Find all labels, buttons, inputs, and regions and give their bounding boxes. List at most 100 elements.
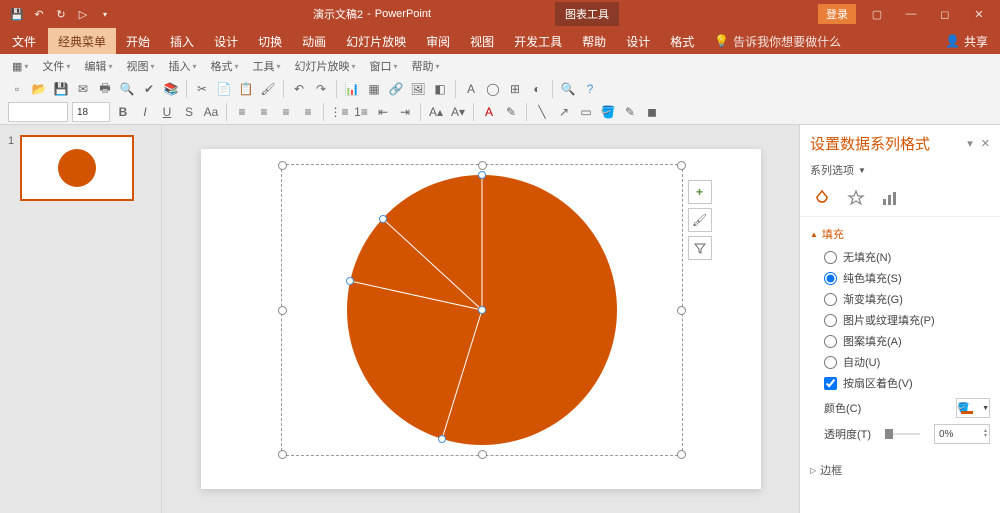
fill-none-option[interactable]: 无填充(N): [824, 249, 990, 265]
resize-handle[interactable]: [677, 161, 686, 170]
preview-icon[interactable]: 🔍: [118, 80, 136, 98]
resize-handle[interactable]: [677, 450, 686, 459]
color-picker-button[interactable]: 🪣 ▼: [956, 398, 990, 418]
menu-tool[interactable]: 工具▾: [249, 56, 285, 76]
tab-dev[interactable]: 开发工具: [504, 28, 572, 54]
strike-icon[interactable]: S: [180, 103, 198, 121]
numbering-icon[interactable]: 1≡: [352, 103, 370, 121]
italic-icon[interactable]: I: [136, 103, 154, 121]
table-icon[interactable]: ▦: [365, 80, 383, 98]
tab-slideshow[interactable]: 幻灯片放映: [336, 28, 416, 54]
arrange-icon[interactable]: ⊞: [506, 80, 524, 98]
resize-handle[interactable]: [478, 161, 487, 170]
shadow-icon[interactable]: ◼: [643, 103, 661, 121]
fill-color-icon[interactable]: 🪣: [599, 103, 617, 121]
chart-icon[interactable]: 📊: [343, 80, 361, 98]
redo-icon[interactable]: ↻: [54, 7, 68, 21]
tab-transition[interactable]: 切换: [248, 28, 292, 54]
menu-help[interactable]: 帮助▾: [408, 56, 444, 76]
fill-gradient-option[interactable]: 渐变填充(G): [824, 291, 990, 307]
share-button[interactable]: 👤 共享: [933, 33, 1000, 50]
tab-file[interactable]: 文件: [0, 28, 48, 54]
transparency-value[interactable]: 0% ▴▾: [934, 424, 990, 444]
textbox-icon[interactable]: A: [462, 80, 480, 98]
font-inc-icon[interactable]: A▴: [427, 103, 445, 121]
tab-review[interactable]: 审阅: [416, 28, 460, 54]
fill-pattern-option[interactable]: 图案填充(A): [824, 333, 990, 349]
line-icon[interactable]: ╲: [533, 103, 551, 121]
menu-edit[interactable]: 编辑▾: [80, 56, 116, 76]
font-color-icon[interactable]: A: [480, 103, 498, 121]
research-icon[interactable]: 📚: [162, 80, 180, 98]
menu-view[interactable]: 视图▾: [122, 56, 158, 76]
pie-chart[interactable]: [347, 175, 617, 445]
data-point[interactable]: [438, 435, 446, 443]
slide-canvas[interactable]: + 🖌: [162, 125, 799, 513]
minimize-icon[interactable]: —: [898, 8, 924, 20]
slider-handle[interactable]: [885, 429, 893, 439]
series-options-dropdown[interactable]: 系列选项 ▼: [800, 162, 1000, 184]
cut-icon[interactable]: ✂: [193, 80, 211, 98]
chart-center[interactable]: [478, 306, 486, 314]
resize-handle[interactable]: [278, 306, 287, 315]
ribbon-options-icon[interactable]: ▢: [864, 8, 890, 21]
tab-chart-format[interactable]: 格式: [660, 28, 704, 54]
maximize-icon[interactable]: ◻: [932, 8, 958, 21]
menu-slideshow[interactable]: 幻灯片放映▾: [291, 56, 360, 76]
menu-all[interactable]: ▦▾: [8, 58, 32, 75]
align-left-icon[interactable]: ≡: [233, 103, 251, 121]
open-icon[interactable]: 📂: [30, 80, 48, 98]
tell-me[interactable]: 💡 告诉我你想要做什么: [704, 33, 851, 50]
bullets-icon[interactable]: ⋮≡: [330, 103, 348, 121]
fill-solid-option[interactable]: 纯色填充(S): [824, 270, 990, 286]
menu-insert[interactable]: 插入▾: [164, 56, 200, 76]
series-tab[interactable]: [880, 188, 900, 208]
spell-icon[interactable]: ✔: [140, 80, 158, 98]
chart-filter-button[interactable]: [688, 236, 712, 260]
menu-window[interactable]: 窗口▾: [366, 56, 402, 76]
font-size-box[interactable]: 18: [72, 102, 110, 122]
tab-view[interactable]: 视图: [460, 28, 504, 54]
menu-file[interactable]: 文件▾: [38, 56, 74, 76]
align-right-icon[interactable]: ≡: [277, 103, 295, 121]
resize-handle[interactable]: [278, 450, 287, 459]
print-icon[interactable]: 🖶: [96, 80, 114, 98]
font-family-box[interactable]: [8, 102, 68, 122]
chart-selection[interactable]: + 🖌: [281, 164, 683, 456]
align-center-icon[interactable]: ≡: [255, 103, 273, 121]
resize-handle[interactable]: [478, 450, 487, 459]
start-icon[interactable]: ▷: [76, 7, 90, 21]
help-icon[interactable]: ?: [581, 80, 599, 98]
tab-animation[interactable]: 动画: [292, 28, 336, 54]
tab-insert[interactable]: 插入: [160, 28, 204, 54]
rect-icon[interactable]: ▭: [577, 103, 595, 121]
qat-more-icon[interactable]: ▾: [98, 7, 112, 21]
save-icon[interactable]: 💾: [52, 80, 70, 98]
data-point[interactable]: [379, 215, 387, 223]
pane-close-icon[interactable]: ✕: [981, 137, 990, 150]
save-icon[interactable]: 💾: [10, 7, 24, 21]
data-point[interactable]: [346, 277, 354, 285]
pane-dropdown-icon[interactable]: ▾: [967, 137, 973, 150]
mail-icon[interactable]: ✉: [74, 80, 92, 98]
tab-home[interactable]: 开始: [116, 28, 160, 54]
menu-format[interactable]: 格式▾: [206, 56, 242, 76]
paste-icon[interactable]: 📋: [237, 80, 255, 98]
border-section-header[interactable]: ▷ 边框: [810, 459, 990, 481]
arrow-icon[interactable]: ↗: [555, 103, 573, 121]
redo-icon[interactable]: ↷: [312, 80, 330, 98]
tab-help[interactable]: 帮助: [572, 28, 616, 54]
fill-section-header[interactable]: ▲ 填充: [810, 223, 990, 245]
tab-classic[interactable]: 经典菜单: [48, 28, 116, 54]
quick-styles-icon[interactable]: ◐: [528, 80, 546, 98]
object-icon[interactable]: ◧: [431, 80, 449, 98]
tab-chart-design[interactable]: 设计: [616, 28, 660, 54]
new-icon[interactable]: ▫: [8, 80, 26, 98]
underline-icon[interactable]: U: [158, 103, 176, 121]
indent-dec-icon[interactable]: ⇤: [374, 103, 392, 121]
resize-handle[interactable]: [278, 161, 287, 170]
undo-icon[interactable]: ↶: [32, 7, 46, 21]
font-dec-icon[interactable]: A▾: [449, 103, 467, 121]
transparency-slider[interactable]: [885, 433, 920, 435]
chart-styles-button[interactable]: 🖌: [688, 208, 712, 232]
